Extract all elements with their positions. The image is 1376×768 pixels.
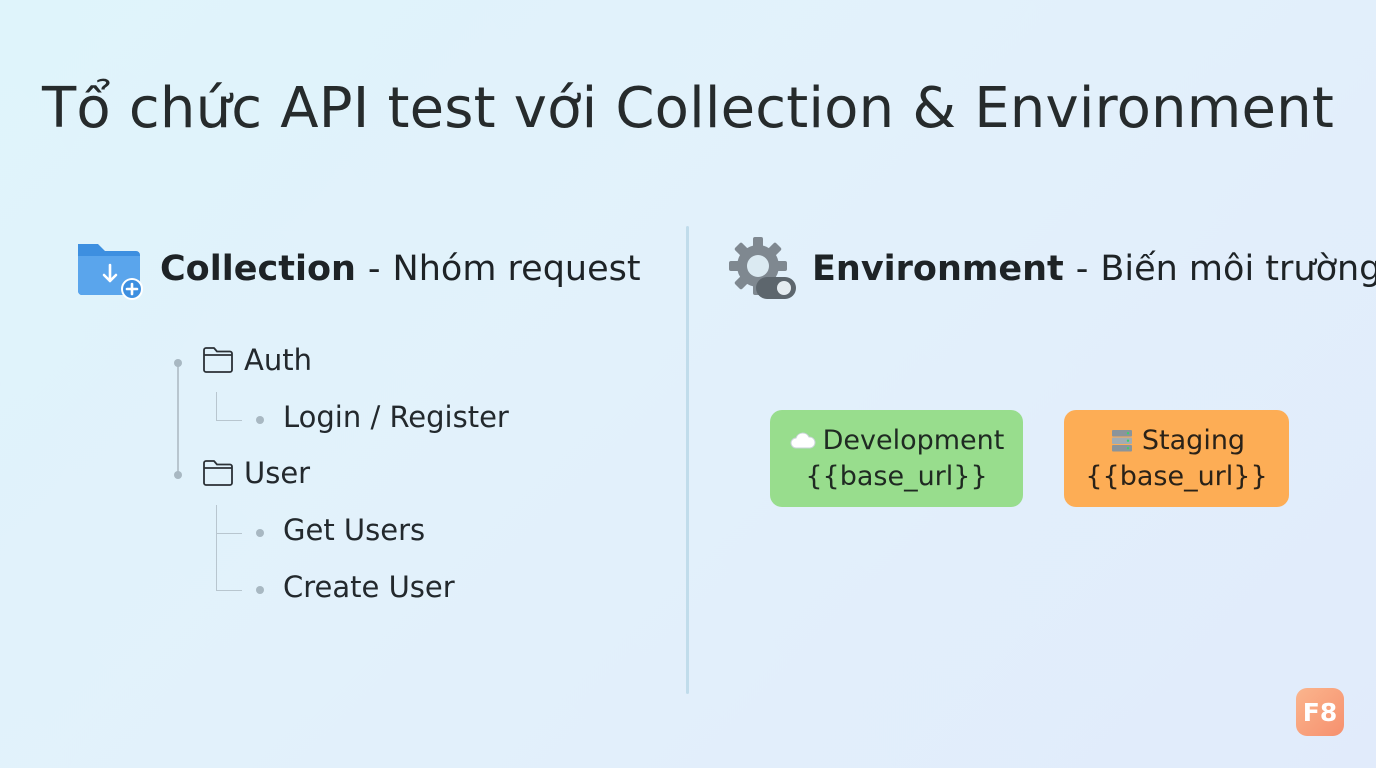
tree-branch-line (216, 533, 242, 534)
environment-subtitle: Biến môi trường (1100, 249, 1376, 289)
tree-request-label: Get Users (283, 513, 426, 547)
tree-request-login-register[interactable]: Login / Register (283, 400, 509, 434)
env-name: Development (822, 424, 1005, 456)
tree-node-dot (174, 359, 182, 367)
environment-separator: - (1075, 249, 1089, 289)
tree-trunk-line (177, 364, 179, 476)
server-icon (1111, 429, 1132, 451)
environment-heading: Environment - Biến môi trường (728, 234, 1376, 304)
env-card-staging[interactable]: Staging {{base_url}} (1064, 410, 1289, 507)
folder-icon (203, 347, 233, 373)
tree-leaf-dot (256, 416, 264, 424)
cloud-icon (790, 432, 816, 448)
gear-toggle-icon (729, 237, 796, 299)
collection-separator: - (367, 249, 381, 289)
env-card-development[interactable]: Development {{base_url}} (770, 410, 1023, 507)
tree-folder-label: Auth (244, 343, 312, 377)
collection-title: Collection (160, 249, 356, 289)
env-variable: {{base_url}} (805, 460, 988, 492)
folder-download-add-icon (78, 244, 143, 300)
tree-node-dot (174, 471, 182, 479)
tree-request-label: Login / Register (283, 400, 509, 434)
tree-leaf-dot (256, 529, 264, 537)
collection-heading: Collection - Nhóm request (76, 234, 641, 304)
tree-branch-line (216, 420, 242, 421)
tree-branch-line (216, 392, 217, 420)
tree-request-get-users[interactable]: Get Users (283, 513, 425, 547)
collection-subtitle: Nhóm request (392, 249, 641, 289)
section-divider (686, 226, 689, 694)
tree-folder-user[interactable]: User (202, 456, 310, 490)
tree-leaf-dot (256, 586, 264, 594)
env-variable: {{base_url}} (1085, 460, 1268, 492)
page-title: Tổ chức API test với Collection & Enviro… (42, 76, 1334, 141)
environment-title: Environment (812, 249, 1064, 289)
tree-branch-line (216, 505, 217, 590)
tree-folder-label: User (244, 456, 311, 490)
tree-folder-auth[interactable]: Auth (202, 343, 312, 377)
tree-request-create-user[interactable]: Create User (283, 570, 455, 604)
tree-branch-line (216, 590, 242, 591)
f8-logo: F8 (1296, 688, 1344, 736)
folder-icon (203, 460, 233, 486)
env-name: Staging (1141, 424, 1246, 456)
tree-request-label: Create User (283, 570, 455, 604)
